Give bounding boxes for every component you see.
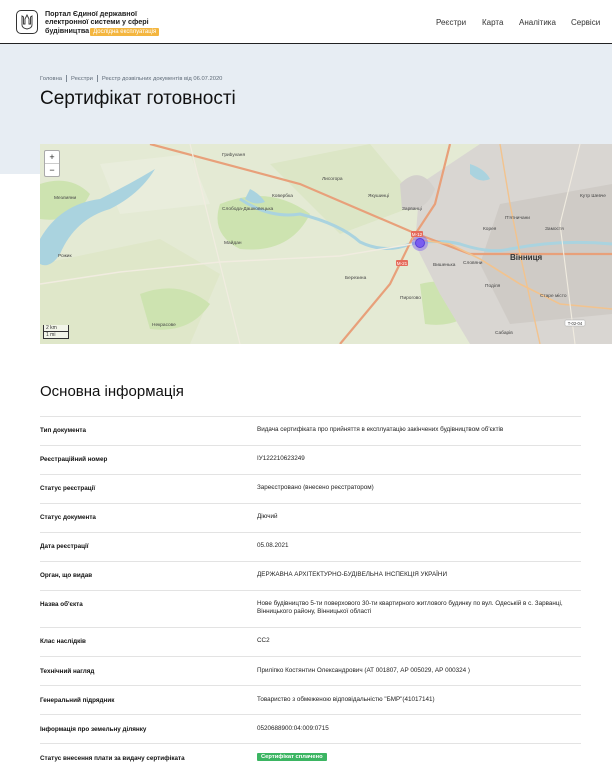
portal-brand[interactable]: Портал Єдиної державної електронної сист… — [45, 9, 160, 36]
location-map[interactable]: M-12 M-21 T-02-04 Гриbуvaня Мезлияни Сло… — [40, 144, 612, 344]
fee-status-cell: Сертифікат сплачено — [257, 753, 581, 761]
doc-status-label: Статус документа — [40, 514, 96, 521]
nav-analytics[interactable]: Аналітика — [519, 18, 556, 27]
row-divider — [40, 503, 581, 504]
reg-num-value: IУ122210623249 — [257, 455, 305, 462]
scale-km: 2 km — [43, 325, 69, 332]
top-header: Портал Єдиної державної електронної сист… — [0, 0, 612, 44]
breadcrumb-registries[interactable]: Реєстри — [71, 76, 93, 82]
map-label: Ковербка — [272, 193, 293, 199]
fee-status-label: Статус внесення плати за видачу сертифік… — [40, 755, 185, 762]
row-divider — [40, 743, 581, 744]
land-info-value: 0520688900:04:009:0715 — [257, 725, 329, 732]
class-value: СС2 — [257, 637, 270, 644]
map-label: Рожик — [58, 253, 72, 259]
tech-supervision-label: Технічний нагляд — [40, 668, 95, 675]
zoom-out-button[interactable]: − — [45, 163, 59, 176]
brand-line-3: будівництва — [45, 25, 90, 35]
row-divider — [40, 590, 581, 591]
map-label: Лисогора — [322, 176, 343, 182]
doc-type-label: Тип документа — [40, 427, 86, 434]
issuer-value: ДЕРЖАВНА АРХІТЕКТУРНО-БУДІВЕЛЬНА ІНСПЕКЦ… — [257, 571, 447, 578]
doc-status-value: Діючий — [257, 513, 278, 520]
map-label: Замостя — [545, 226, 564, 232]
row-divider — [40, 656, 581, 657]
breadcrumb-home[interactable]: Головна — [40, 76, 62, 82]
map-label: Вишенька — [433, 262, 456, 268]
map-label: Майдан — [224, 239, 242, 246]
map-label-city: Вінниця — [510, 253, 543, 262]
map-label: Зарванці — [402, 206, 422, 212]
map-label: Корея — [483, 226, 497, 232]
breadcrumb: Головна Реєстри Реєстр дозвільних документ… — [40, 75, 222, 82]
map-label: Некрасове — [152, 322, 176, 328]
object-value: Нове будівництво 5-ти поверхового 30-ти … — [257, 600, 563, 616]
row-divider — [40, 714, 581, 715]
row-divider — [40, 685, 581, 686]
scale-mi: 1 mi — [43, 332, 69, 339]
map-label: Словяни — [463, 260, 483, 266]
map-label: Слобода-Дашковецька — [222, 206, 274, 212]
row-divider — [40, 445, 581, 446]
breadcrumb-separator — [96, 75, 98, 82]
road-label-t0204: T-02-04 — [568, 321, 583, 326]
nav-services[interactable]: Сервіси — [571, 18, 600, 27]
map-canvas: M-12 M-21 T-02-04 Гриbуvaня Мезлияни Сло… — [40, 144, 612, 344]
map-label: Якушинці — [368, 193, 389, 199]
nav-registries[interactable]: Реєстри — [436, 18, 466, 27]
location-marker — [415, 238, 425, 248]
section-title: Основна інформація — [40, 383, 184, 400]
object-label: Назва об'єкта — [40, 601, 83, 608]
reg-num-label: Реєстраційний номер — [40, 456, 108, 463]
map-label: Гриbуvaня — [222, 152, 245, 158]
map-label: П'ятничани — [505, 215, 530, 221]
map-scale: 2 km 1 mi — [43, 325, 69, 339]
map-label: Березина — [345, 275, 367, 281]
zoom-in-button[interactable]: + — [45, 151, 59, 163]
map-label: Сабарів — [495, 330, 513, 336]
breadcrumb-current: Реєстр дозвільних документів від 06.07.2… — [101, 76, 223, 83]
reg-date-label: Дата реєстрації — [40, 543, 89, 550]
row-divider — [40, 416, 581, 417]
map-label: Подiля — [485, 283, 501, 289]
contractor-label: Генеральний підрядник — [40, 697, 115, 704]
row-divider — [40, 561, 581, 562]
fee-status-badge: Сертифікат сплачено — [257, 753, 327, 761]
issuer-label: Орган, що видав — [40, 572, 93, 579]
tech-supervision-value: Приліпко Костянтин Олександрович (АТ 001… — [257, 667, 470, 674]
reg-date-value: 05.08.2021 — [257, 542, 289, 549]
row-divider — [40, 474, 581, 475]
map-label: Старе місто — [540, 293, 567, 299]
beta-badge: Дослідна експлуатація — [90, 27, 160, 36]
page-title: Сертифікат готовності — [40, 88, 236, 109]
map-zoom-control: + − — [44, 150, 60, 177]
breadcrumb-separator — [66, 75, 68, 82]
map-label: Пирогово — [400, 295, 421, 301]
road-label-m12: M-12 — [412, 232, 423, 237]
row-divider — [40, 532, 581, 533]
map-label: Кутр Шевче — [580, 193, 606, 199]
class-label: Клас наслідків — [40, 638, 86, 645]
land-info-label: Інформація про земельну ділянку — [40, 726, 147, 733]
reg-status-value: Зареєстровано (внесено реєстратором) — [257, 484, 374, 491]
nav-map[interactable]: Карта — [482, 18, 503, 27]
road-label-m21: M-21 — [397, 261, 408, 266]
map-label: Мезлияни — [54, 195, 76, 201]
reg-status-label: Статус реєстрації — [40, 485, 96, 492]
contractor-value: Товариство з обмеженою відповідальністю … — [257, 696, 435, 703]
doc-type-value: Видача сертифіката про прийняття в експл… — [257, 426, 504, 433]
row-divider — [40, 627, 581, 628]
trident-logo-icon[interactable] — [16, 10, 38, 34]
